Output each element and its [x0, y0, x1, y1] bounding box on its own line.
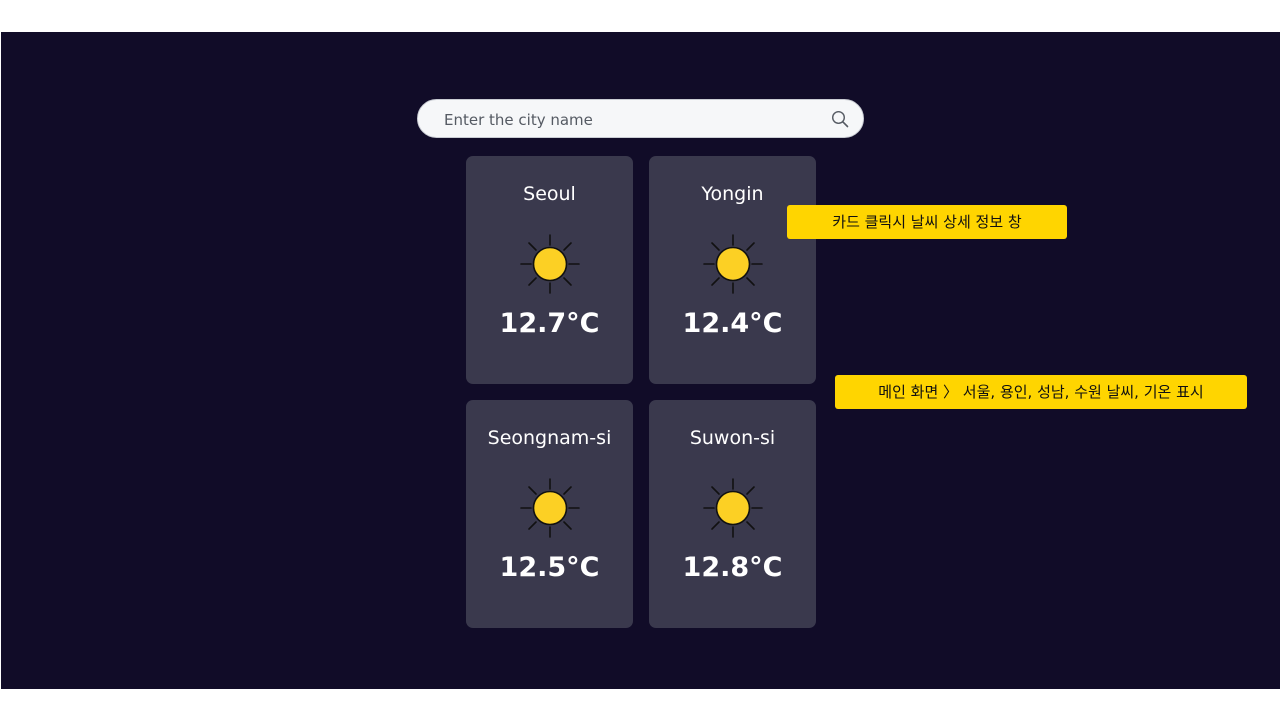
sun-icon — [519, 234, 580, 294]
sun-icon — [519, 478, 580, 538]
card-city: Suwon-si — [689, 427, 776, 449]
search-input[interactable] — [442, 108, 826, 132]
card-city: Seongnam-si — [487, 427, 612, 449]
sun-icon — [702, 234, 763, 294]
card-city: Yongin — [701, 183, 764, 205]
main-screen-annotation: 메인 화면 〉 서울, 용인, 성남, 수원 날씨, 기온 표시 — [835, 375, 1247, 409]
weather-card-yongin[interactable]: Yongin 12.4°C — [649, 156, 816, 384]
weather-card-suwon[interactable]: Suwon-si 12.8°C — [649, 400, 816, 628]
card-temperature: 12.7°C — [499, 308, 600, 339]
weather-card-seoul[interactable]: Seoul 12.7°C — [466, 156, 633, 384]
sun-icon — [702, 478, 763, 538]
detail-annotation: 카드 클릭시 날씨 상세 정보 창 — [787, 205, 1067, 239]
weather-card-seongnam[interactable]: Seongnam-si 12.5°C — [466, 400, 633, 628]
card-temperature: 12.5°C — [499, 552, 600, 583]
search-icon[interactable] — [831, 110, 849, 128]
card-temperature: 12.4°C — [682, 308, 783, 339]
card-city: Seoul — [523, 183, 576, 205]
card-temperature: 12.8°C — [682, 552, 783, 583]
search-bar[interactable] — [417, 99, 864, 138]
app-background: Seoul 12.7°C Yongin 12.4°C Seongnam- — [1, 32, 1280, 689]
